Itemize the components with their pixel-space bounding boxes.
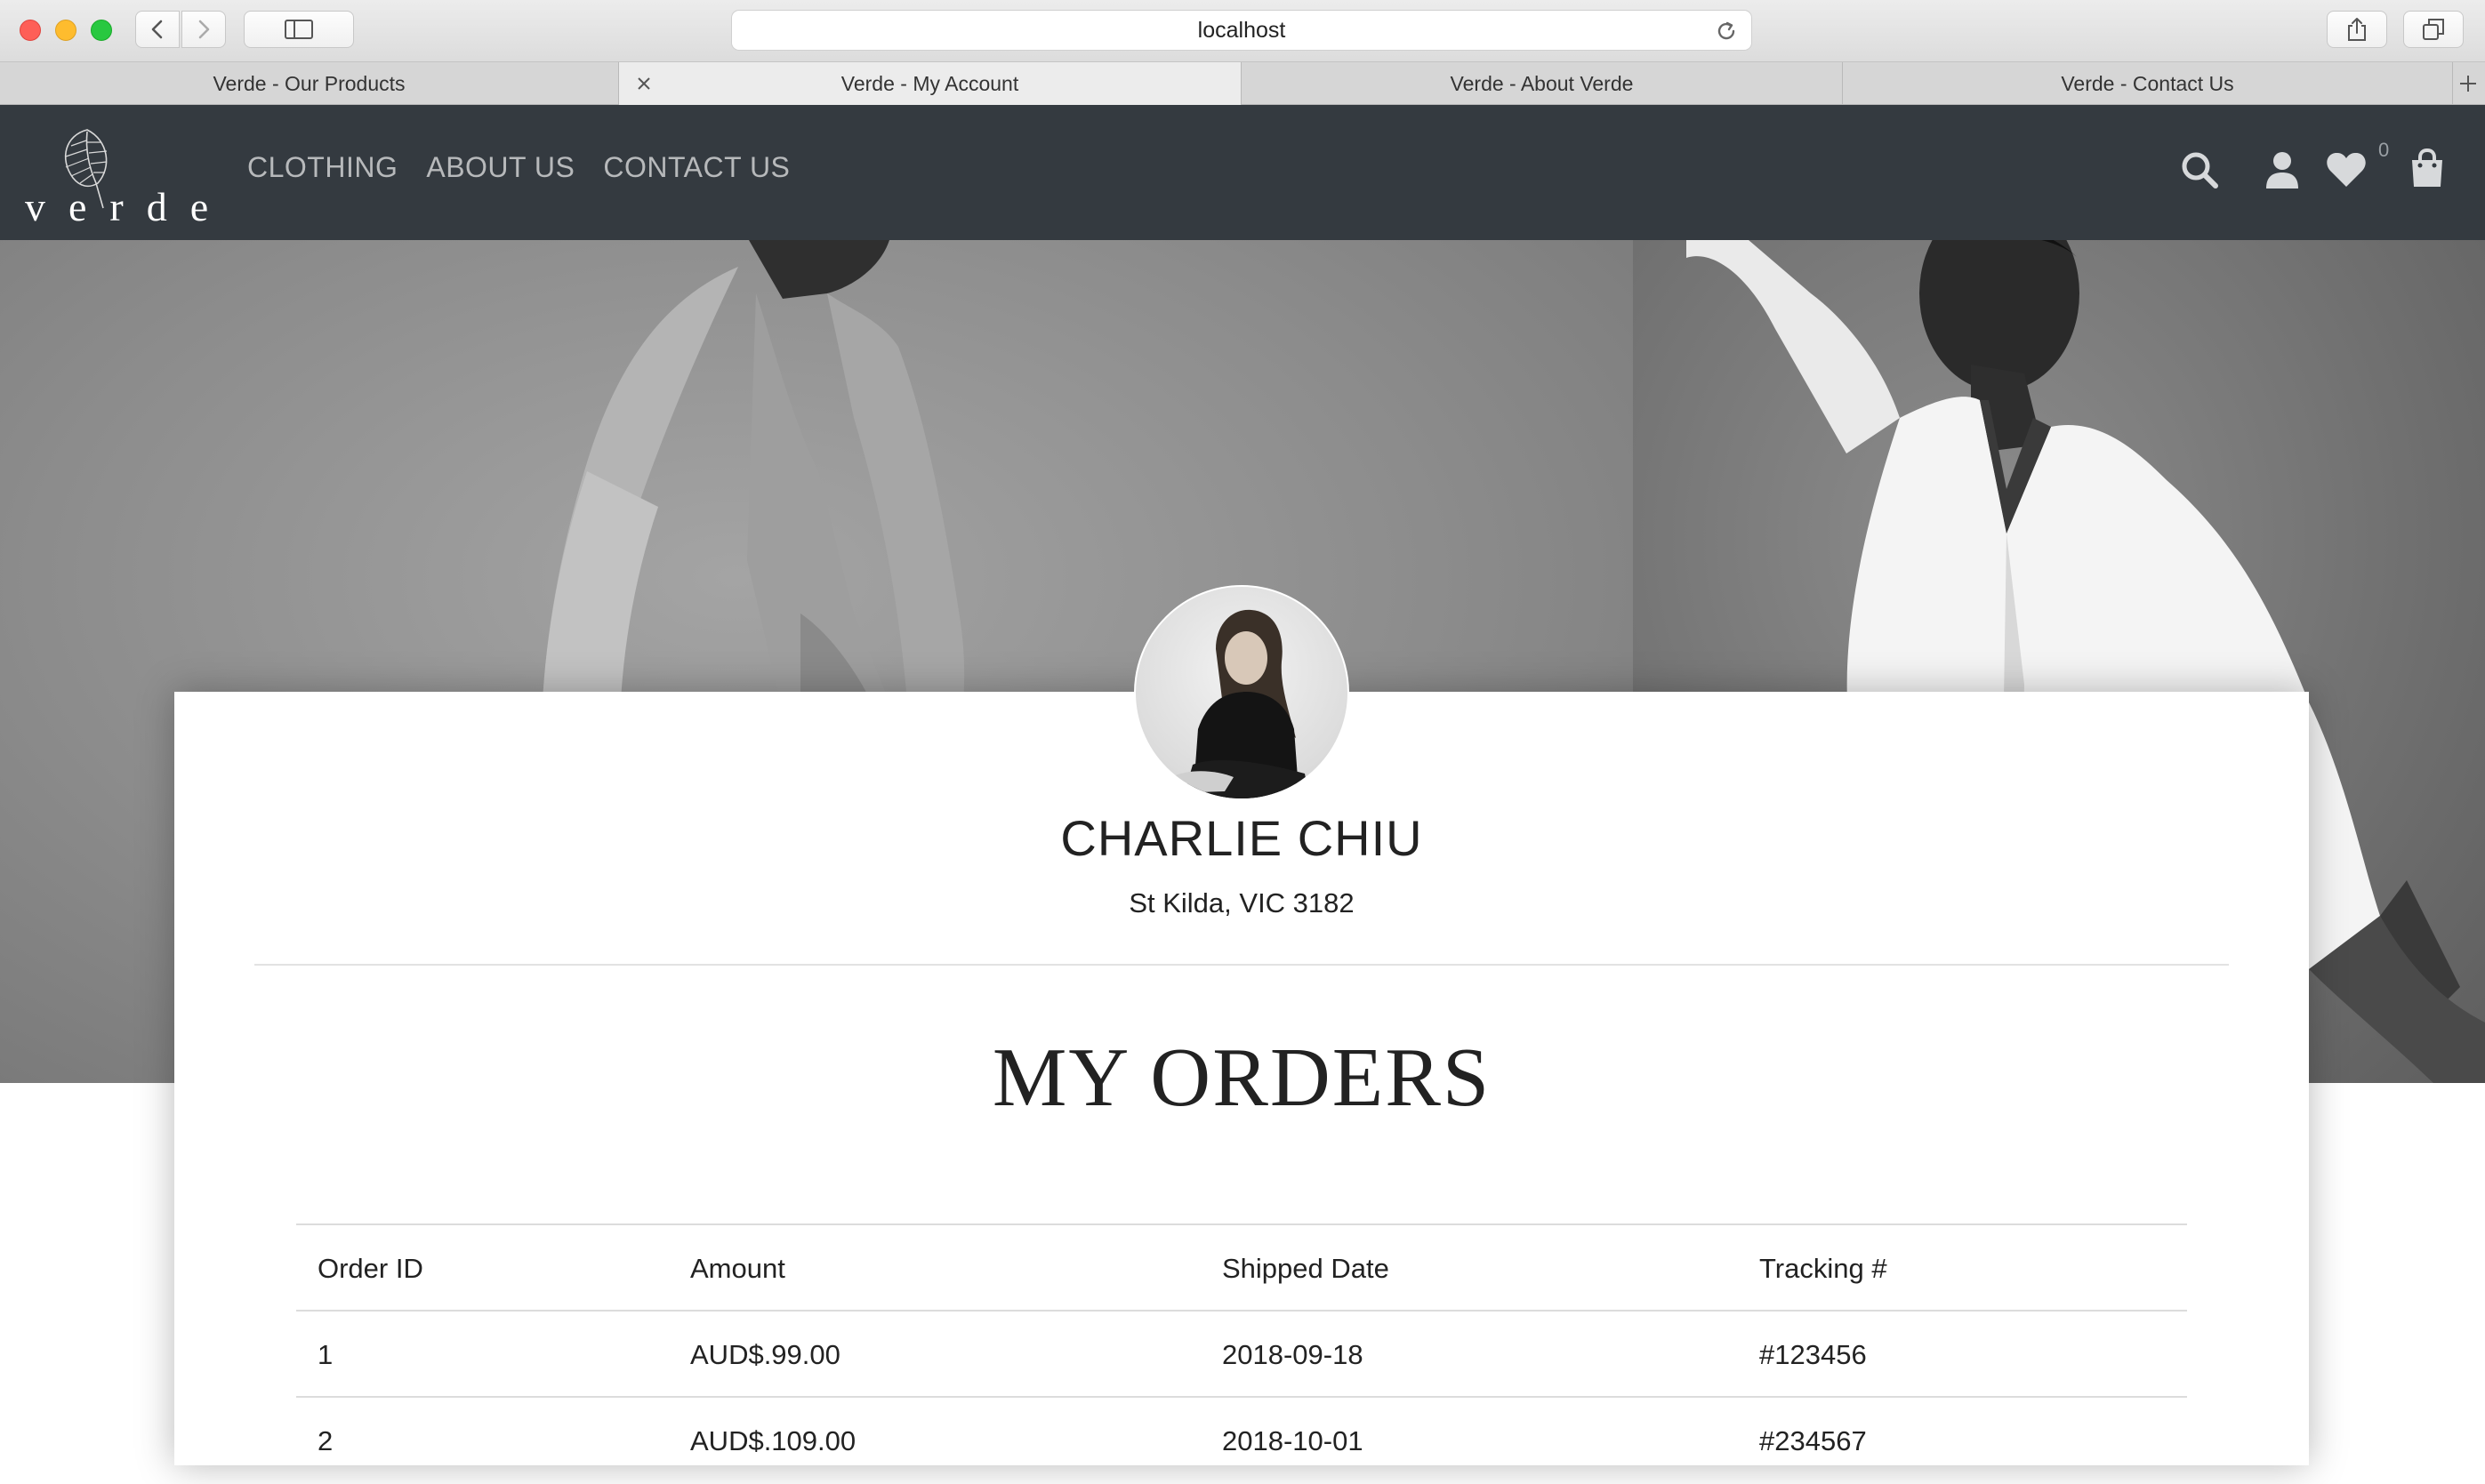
site-navbar: verde CLOTHING ABOUT US CONTACT US 0 [0, 105, 2485, 240]
order-id: 2 [318, 1424, 334, 1456]
header-tracking: Tracking # [1759, 1252, 1887, 1284]
header-amount: Amount [690, 1252, 785, 1284]
profile-divider [254, 964, 2229, 966]
back-icon [151, 20, 163, 39]
table-row: 2 AUD$.109.00 2018-10-01 #234567 [296, 1396, 2187, 1482]
reload-icon[interactable] [1714, 19, 1739, 44]
header-shipped-date: Shipped Date [1222, 1252, 1389, 1284]
minimize-window-button[interactable] [55, 20, 76, 41]
orders-heading: MY ORDERS [992, 1031, 1492, 1124]
tab-close-icon[interactable] [631, 71, 656, 96]
back-button[interactable] [135, 11, 180, 48]
order-tracking: #234567 [1759, 1424, 1867, 1456]
tab-my-account[interactable]: Verde - My Account [619, 62, 1242, 105]
table-header-row: Order ID Amount Shipped Date Tracking # [296, 1223, 2187, 1310]
zoom-window-button[interactable] [91, 20, 112, 41]
nav-contact-us[interactable]: CONTACT US [603, 151, 790, 184]
tab-label: Verde - My Account [840, 71, 1019, 95]
verde-logo[interactable]: verde [21, 123, 217, 229]
order-id: 1 [318, 1338, 334, 1370]
tab-label: Verde - Our Products [213, 71, 406, 95]
nav-clothing[interactable]: CLOTHING [247, 151, 398, 184]
address-bar[interactable]: localhost [731, 10, 1752, 51]
forward-icon [198, 20, 210, 39]
profile-location: St Kilda, VIC 3182 [1129, 887, 1355, 918]
account-icon[interactable] [2264, 149, 2300, 190]
order-amount: AUD$.99.00 [690, 1338, 840, 1370]
tab-about-verde[interactable]: Verde - About Verde [1242, 62, 1843, 105]
nav-about-us[interactable]: ABOUT US [426, 151, 575, 184]
wishlist-heart-icon[interactable] [2325, 149, 2368, 190]
share-icon [2348, 18, 2366, 41]
table-row: 1 AUD$.99.00 2018-09-18 #123456 [296, 1310, 2187, 1396]
avatar [1134, 585, 1349, 800]
tab-label: Verde - Contact Us [2061, 71, 2234, 95]
tab-bar: Verde - Our Products Verde - My Account … [0, 62, 2485, 105]
search-icon[interactable] [2179, 149, 2220, 190]
sidebar-button[interactable] [244, 11, 354, 48]
close-window-button[interactable] [20, 20, 41, 41]
share-button[interactable] [2327, 11, 2387, 48]
order-shipped-date: 2018-09-18 [1222, 1338, 1363, 1370]
shopping-bag-icon[interactable] [2409, 148, 2446, 190]
main-menu: CLOTHING ABOUT US CONTACT US [247, 151, 790, 184]
tabs-overview-icon [2423, 19, 2444, 40]
forward-button[interactable] [181, 11, 226, 48]
header-order-id: Order ID [318, 1252, 423, 1284]
order-tracking: #123456 [1759, 1338, 1867, 1370]
tab-our-products[interactable]: Verde - Our Products [0, 62, 619, 105]
browser-toolbar: localhost [0, 0, 2485, 62]
tab-contact-us[interactable]: Verde - Contact Us [1843, 62, 2453, 105]
new-tab-button[interactable] [2453, 62, 2483, 104]
cart-count-badge: 0 [2378, 139, 2390, 161]
profile-name: CHARLIE CHIU [1060, 810, 1423, 866]
tab-label: Verde - About Verde [1450, 71, 1634, 95]
sidebar-icon [285, 20, 313, 39]
orders-table: Order ID Amount Shipped Date Tracking # … [296, 1223, 2187, 1482]
order-shipped-date: 2018-10-01 [1222, 1424, 1363, 1456]
new-tab-icon [2460, 75, 2476, 92]
tabs-overview-button[interactable] [2403, 11, 2464, 48]
order-amount: AUD$.109.00 [690, 1424, 856, 1456]
logo-wordmark: verde [25, 184, 232, 229]
url-text: localhost [1197, 17, 1286, 43]
